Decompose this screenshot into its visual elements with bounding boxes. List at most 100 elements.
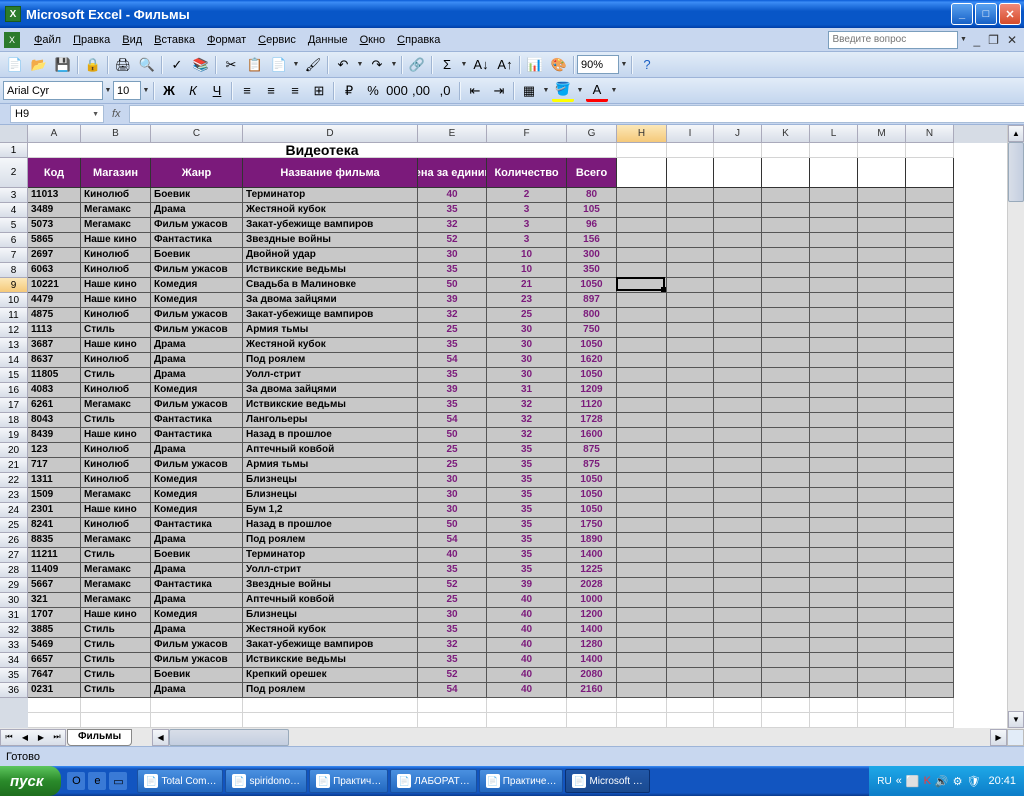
decrease-indent-button[interactable]: ⇤ [464, 80, 486, 102]
menu-Данные[interactable]: Данные [302, 31, 354, 49]
open-button[interactable]: 📂 [28, 54, 50, 76]
help-button[interactable]: ? [636, 54, 658, 76]
menu-Файл[interactable]: Файл [28, 31, 67, 49]
bold-button[interactable]: Ж [158, 80, 180, 102]
window-close-button[interactable]: ✕ [999, 3, 1021, 25]
align-center-button[interactable]: ≡ [260, 80, 282, 102]
vertical-scroll-thumb[interactable] [1008, 142, 1024, 202]
start-button[interactable]: пуск [0, 766, 61, 796]
autosum-dropdown-icon[interactable]: ▼ [459, 61, 469, 68]
zoom-dropdown-icon[interactable]: ▼ [619, 61, 629, 68]
autosum-button[interactable]: Σ [436, 54, 458, 76]
window-minimize-button[interactable]: _ [951, 3, 973, 25]
sort-desc-button[interactable]: A↑ [494, 54, 516, 76]
align-left-button[interactable]: ≡ [236, 80, 258, 102]
menu-Правка[interactable]: Правка [67, 31, 116, 49]
font-name-box[interactable]: Arial Cyr [3, 81, 103, 100]
language-indicator[interactable]: RU [877, 776, 891, 787]
scroll-left-button[interactable]: ◀ [152, 729, 169, 746]
cut-button[interactable]: ✂ [220, 54, 242, 76]
decrease-decimal-button[interactable]: ,0 [434, 80, 456, 102]
menu-Справка[interactable]: Справка [391, 31, 446, 49]
sort-asc-button[interactable]: A↓ [470, 54, 492, 76]
copy-button[interactable]: 📋 [244, 54, 266, 76]
tray-chevron-icon[interactable]: « [896, 775, 902, 787]
horizontal-scroll-thumb[interactable] [169, 729, 289, 746]
clock[interactable]: 20:41 [988, 775, 1016, 787]
currency-button[interactable]: ₽ [338, 80, 360, 102]
italic-button[interactable]: К [182, 80, 204, 102]
chart-wizard-button[interactable]: 📊 [524, 54, 546, 76]
quicklaunch-desktop-icon[interactable]: ▭ [109, 772, 127, 790]
zoom-box[interactable]: 90% [577, 55, 619, 74]
hyperlink-button[interactable]: 🔗 [406, 54, 428, 76]
permission-button[interactable]: 🔒 [82, 54, 104, 76]
drawing-button[interactable]: 🎨 [548, 54, 570, 76]
tray-icon[interactable]: 🔊 [935, 775, 949, 788]
increase-decimal-button[interactable]: ,00 [410, 80, 432, 102]
underline-button[interactable]: Ч [206, 80, 228, 102]
format-painter-button[interactable]: 🖌 [302, 54, 324, 76]
tray-antivirus-icon[interactable]: K [924, 775, 931, 787]
workbook-close-button[interactable]: ✕ [1004, 33, 1020, 47]
menu-Сервис[interactable]: Сервис [252, 31, 302, 49]
tab-nav-buttons[interactable]: ⏮◀▶⏭ [0, 729, 66, 746]
row-headers[interactable]: 1234567891011121314151617181920212223242… [0, 143, 28, 728]
menu-Вид[interactable]: Вид [116, 31, 148, 49]
redo-dropdown-icon[interactable]: ▼ [389, 61, 399, 68]
fx-icon[interactable]: fx [112, 108, 121, 120]
ask-a-question-box[interactable] [828, 31, 958, 49]
undo-button[interactable]: ↶ [332, 54, 354, 76]
quicklaunch-ie-icon[interactable]: e [88, 772, 106, 790]
paste-dropdown-icon[interactable]: ▼ [291, 61, 301, 68]
namebox-dropdown-icon[interactable]: ▼ [92, 111, 99, 118]
taskbar-task[interactable]: 📄Практич… [309, 769, 388, 793]
font-name-dropdown-icon[interactable]: ▼ [103, 87, 113, 94]
redo-button[interactable]: ↷ [366, 54, 388, 76]
tray-icon[interactable]: ⬜ [906, 775, 920, 788]
taskbar-task[interactable]: 📄spiridono… [225, 769, 307, 793]
cells-area[interactable]: Видеотека КодМагазинЖанрНазвание фильмаЦ… [28, 143, 1007, 728]
borders-dropdown-icon[interactable]: ▼ [541, 87, 551, 94]
increase-indent-button[interactable]: ⇥ [488, 80, 510, 102]
taskbar-task[interactable]: 📄Практиче… [479, 769, 564, 793]
workbook-minimize-button[interactable]: _ [970, 33, 983, 47]
new-button[interactable]: 📄 [4, 54, 26, 76]
scroll-right-button[interactable]: ▶ [990, 729, 1007, 746]
quicklaunch-opera-icon[interactable]: O [67, 772, 85, 790]
font-size-dropdown-icon[interactable]: ▼ [141, 87, 151, 94]
font-size-box[interactable]: 10 [113, 81, 141, 100]
taskbar-task[interactable]: 📄ЛАБОРАТ… [390, 769, 476, 793]
taskbar-task[interactable]: 📄Total Com… [137, 769, 223, 793]
name-box[interactable]: H9▼ [10, 105, 104, 123]
scroll-down-button[interactable]: ▼ [1008, 711, 1024, 728]
save-button[interactable]: 💾 [52, 54, 74, 76]
tray-icon[interactable]: 🛡 [967, 775, 981, 788]
sheet-tab[interactable]: Фильмы [67, 729, 132, 746]
fill-color-button[interactable]: 🪣 [552, 80, 574, 102]
workbook-icon[interactable]: X [4, 32, 20, 48]
column-headers[interactable]: ABCDEFGHIJKLMN [28, 125, 1007, 143]
borders-button[interactable]: ▦ [518, 80, 540, 102]
comma-button[interactable]: 000 [386, 80, 408, 102]
formula-input[interactable] [129, 105, 1024, 123]
print-preview-button[interactable]: 🔍 [136, 54, 158, 76]
merge-center-button[interactable]: ⊞ [308, 80, 330, 102]
font-color-dropdown-icon[interactable]: ▼ [609, 87, 619, 94]
print-button[interactable]: 🖨 [112, 54, 134, 76]
askbox-dropdown-icon[interactable]: ▼ [958, 36, 968, 43]
menu-Вставка[interactable]: Вставка [148, 31, 201, 49]
tray-icon[interactable]: ⚙ [953, 775, 963, 788]
research-button[interactable]: 📚 [190, 54, 212, 76]
window-maximize-button[interactable]: □ [975, 3, 997, 25]
workbook-restore-button[interactable]: ❐ [985, 33, 1002, 47]
spelling-button[interactable]: ✓ [166, 54, 188, 76]
align-right-button[interactable]: ≡ [284, 80, 306, 102]
font-color-button[interactable]: A [586, 80, 608, 102]
fill-color-dropdown-icon[interactable]: ▼ [575, 87, 585, 94]
menu-Формат[interactable]: Формат [201, 31, 252, 49]
scroll-up-button[interactable]: ▲ [1008, 125, 1024, 142]
select-all-corner[interactable] [0, 125, 28, 143]
menu-Окно[interactable]: Окно [354, 31, 392, 49]
paste-button[interactable]: 📄 [268, 54, 290, 76]
